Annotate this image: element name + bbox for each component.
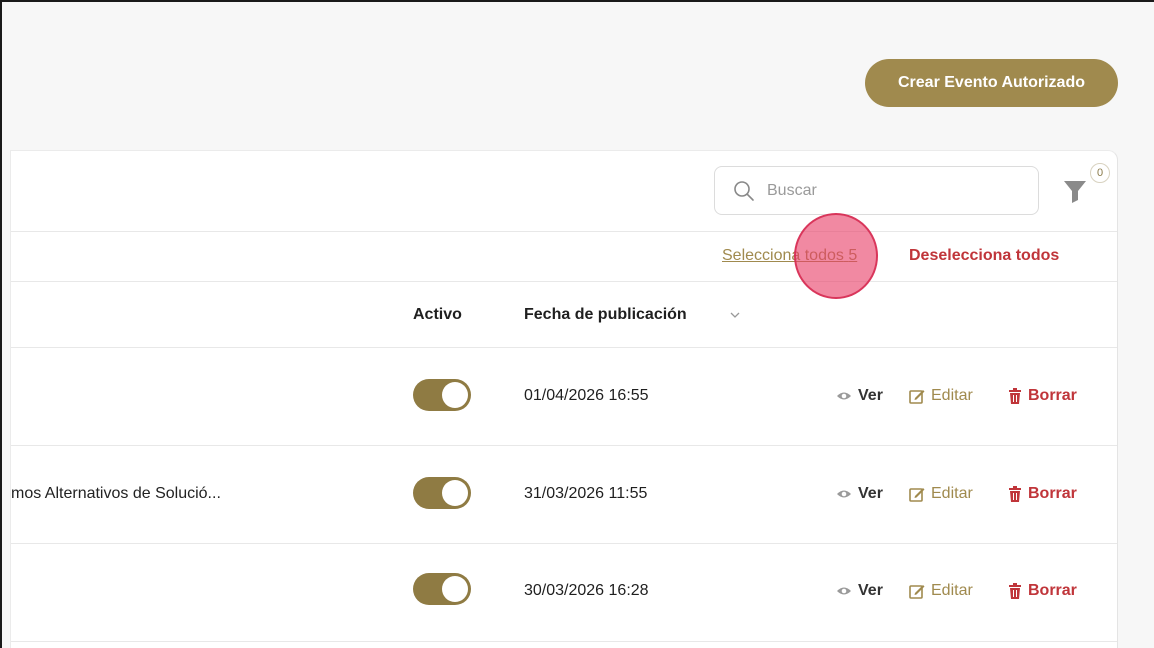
row-date: 31/03/2026 11:55: [524, 485, 648, 502]
trash-icon: [1009, 486, 1021, 502]
events-table-card: 0 Selecciona todos 5 Deselecciona todos …: [10, 150, 1118, 648]
trash-icon: [1009, 388, 1021, 404]
trash-icon: [1009, 583, 1021, 599]
eye-icon: [837, 587, 851, 595]
delete-button[interactable]: Borrar: [1008, 582, 1077, 600]
search-box[interactable]: [714, 166, 1039, 215]
delete-label: Borrar: [1028, 485, 1077, 502]
toggle-knob: [442, 480, 468, 506]
view-label: Ver: [858, 387, 883, 404]
table-row: 01/04/2026 16:55 Ver Editar Borrar: [11, 347, 1117, 445]
table-row: mos Alternativos de Solució... 31/03/202…: [11, 445, 1117, 543]
create-authorized-event-button[interactable]: Crear Evento Autorizado: [865, 59, 1118, 107]
edit-label: Editar: [931, 387, 973, 404]
active-toggle[interactable]: [413, 573, 471, 605]
divider: [11, 281, 1117, 282]
table-row: 30/03/2026 16:28 Ver Editar Borrar: [11, 543, 1117, 641]
page: Crear Evento Autorizado 0 Selecciona tod…: [0, 0, 1154, 648]
delete-label: Borrar: [1028, 582, 1077, 599]
delete-label: Borrar: [1028, 387, 1077, 404]
click-indicator: [794, 213, 878, 299]
edit-button[interactable]: Editar: [909, 485, 973, 503]
delete-button[interactable]: Borrar: [1008, 387, 1077, 405]
search-icon: [734, 180, 754, 201]
row-date: 01/04/2026 16:55: [524, 387, 649, 404]
edit-label: Editar: [931, 485, 973, 502]
chevron-down-icon[interactable]: [729, 309, 741, 321]
view-button[interactable]: Ver: [836, 582, 883, 600]
filter-icon[interactable]: [1063, 178, 1087, 204]
active-toggle[interactable]: [413, 379, 471, 411]
filter-count-badge: 0: [1090, 163, 1110, 183]
view-label: Ver: [858, 485, 883, 502]
view-button[interactable]: Ver: [836, 387, 883, 405]
view-button[interactable]: Ver: [836, 485, 883, 503]
eye-icon: [837, 392, 851, 400]
deselect-all-link[interactable]: Deselecciona todos: [909, 247, 1059, 265]
row-date: 30/03/2026 16:28: [524, 582, 649, 599]
edit-button[interactable]: Editar: [909, 387, 973, 405]
edit-icon: [909, 390, 925, 404]
active-toggle[interactable]: [413, 477, 471, 509]
edit-icon: [909, 585, 925, 599]
eye-icon: [837, 490, 851, 498]
divider: [11, 641, 1117, 642]
edit-label: Editar: [931, 582, 973, 599]
column-header-active: Activo: [413, 306, 462, 323]
edit-icon: [909, 488, 925, 502]
toggle-knob: [442, 576, 468, 602]
column-header-published[interactable]: Fecha de publicación: [524, 306, 687, 324]
view-label: Ver: [858, 582, 883, 599]
edit-button[interactable]: Editar: [909, 582, 973, 600]
toggle-knob: [442, 382, 468, 408]
divider: [11, 231, 1117, 232]
search-input[interactable]: [765, 180, 1009, 201]
delete-button[interactable]: Borrar: [1008, 485, 1077, 503]
row-title: mos Alternativos de Solució...: [11, 485, 221, 502]
